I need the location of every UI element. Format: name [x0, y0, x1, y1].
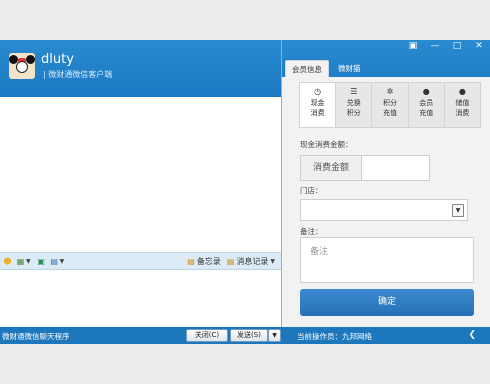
note-label: 备注：	[300, 227, 323, 236]
clock-icon: ◷	[314, 87, 322, 96]
tab-stored-value-consume[interactable]: ● 储值 消费	[445, 83, 480, 127]
file-dropdown-icon[interactable]: ▼	[60, 258, 65, 265]
memo-button[interactable]: ▤ 备忘录	[184, 256, 224, 267]
screenshot-dropdown-icon[interactable]: ▼	[26, 258, 31, 265]
user-icon: ●	[458, 87, 466, 96]
chat-toolbar: ☻ ▦ ▼ ▣ ▤ ▼ ▤ 备忘录 ▤ 消息记录 ▼	[0, 252, 281, 270]
message-history[interactable]	[0, 97, 281, 252]
tab-member-recharge[interactable]: ● 会员 充值	[409, 83, 445, 127]
tab-member-info[interactable]: 会员信息	[285, 60, 329, 77]
emoji-icon[interactable]: ☻	[2, 256, 13, 267]
collapse-panel-icon[interactable]: ❮	[468, 330, 476, 340]
panel-tabs: 会员信息 微财猫	[282, 60, 490, 77]
contact-name: dluty	[41, 52, 74, 67]
tab-redeem-points[interactable]: ☰ 兑换 积分	[336, 83, 373, 127]
image-icon[interactable]: ▣	[36, 256, 47, 267]
history-label: 消息记录	[236, 256, 269, 266]
chat-window: ▣ — □ ✕ dluty | 微财通微信客户端 ☻ ▦ ▼ ▣ ▤ ▼ ▤ 备…	[0, 40, 490, 344]
memo-icon: ▤	[187, 256, 195, 266]
avatar[interactable]	[9, 53, 35, 79]
screenshot-icon[interactable]: ▦	[15, 256, 26, 267]
confirm-button[interactable]: 确定	[300, 289, 474, 316]
panel-body: ◷ 现金 消费 ☰ 兑换 积分 ✲ 积分 充值 ● 会员 充值 ● 储值 消费 …	[282, 77, 490, 327]
gear-icon: ✲	[386, 87, 394, 96]
history-button[interactable]: ▤ 消息记录 ▼	[224, 256, 281, 267]
tab-weicaimao[interactable]: 微财猫	[332, 60, 367, 77]
user-icon: ●	[422, 87, 430, 96]
side-panel: 会员信息 微财猫 ◷ 现金 消费 ☰ 兑换 积分 ✲ 积分 充值 ● 会员 充值…	[281, 40, 490, 327]
list-icon: ☰	[350, 87, 358, 96]
store-select[interactable]: ▼	[300, 199, 468, 221]
contact-subtitle: | 微财通微信客户端	[43, 70, 113, 79]
payment-type-tabs: ◷ 现金 消费 ☰ 兑换 积分 ✲ 积分 充值 ● 会员 充值 ● 储值 消费	[299, 82, 481, 128]
amount-label: 现金消费金额：	[300, 140, 353, 149]
message-input[interactable]	[0, 270, 281, 330]
status-bar: 微财通微信聊天程序 关闭(C) 发送(S) ▼ 当前操作员：九邦网络 ❮	[0, 327, 490, 344]
chevron-down-icon: ▼	[452, 204, 464, 217]
tab-cash-consume[interactable]: ◷ 现金 消费	[300, 83, 337, 127]
file-icon[interactable]: ▤	[49, 256, 60, 267]
tab-points-recharge[interactable]: ✲ 积分 充值	[372, 83, 409, 127]
operator-text: 当前操作员：九邦网络	[297, 332, 372, 341]
send-button[interactable]: 发送(S)	[230, 329, 268, 342]
app-status-text: 微财通微信聊天程序	[2, 332, 70, 341]
note-textarea[interactable]: 备注	[300, 237, 474, 283]
memo-label: 备忘录	[196, 256, 221, 266]
amount-addon: 消费金额	[301, 156, 362, 180]
store-label: 门店：	[300, 186, 323, 195]
history-icon: ▤	[226, 256, 235, 266]
amount-field[interactable]: 消费金额	[300, 155, 430, 181]
history-dropdown-icon[interactable]: ▼	[270, 258, 275, 265]
close-button[interactable]: 关闭(C)	[186, 329, 228, 342]
send-options-icon[interactable]: ▼	[268, 329, 281, 342]
